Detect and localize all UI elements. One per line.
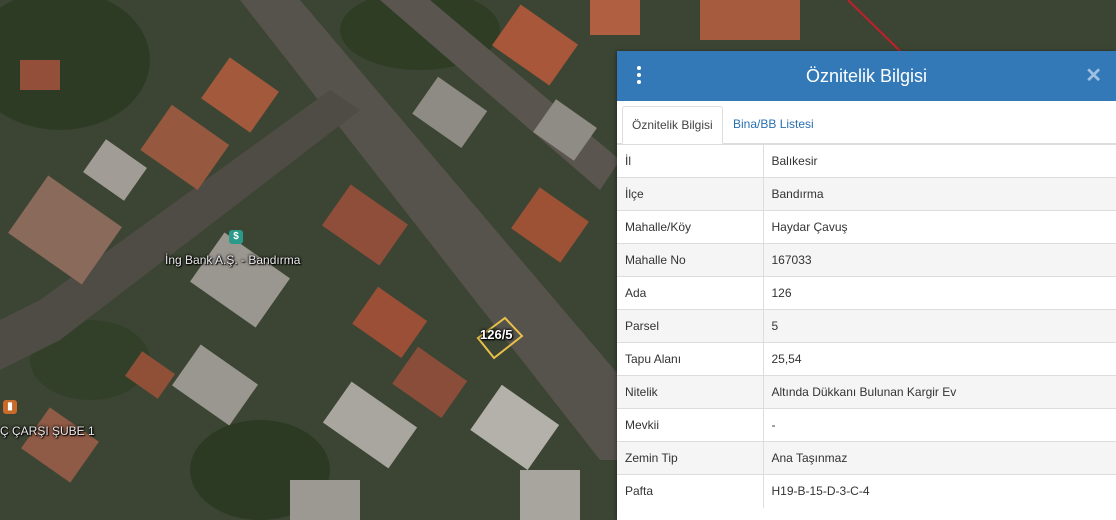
bank-label[interactable]: İng Bank A.Ş. - Bandırma: [165, 253, 300, 267]
attribute-value: 126: [763, 276, 1116, 310]
table-row: Nitelik Altında Dükkanı Bulunan Kargir Ev: [617, 375, 1116, 409]
attribute-key: İl: [617, 144, 764, 178]
table-row: Mahalle No 167033: [617, 243, 1116, 277]
table-row: İl Balıkesir: [617, 144, 1116, 178]
table-row: Tapu Alanı 25,54: [617, 342, 1116, 376]
panel-title: Öznitelik Bilgisi: [805, 66, 928, 86]
attribute-value: 25,54: [763, 342, 1116, 376]
tab-attribute-info[interactable]: Öznitelik Bilgisi: [622, 106, 723, 144]
tab-bar: Öznitelik Bilgisi Bina/BB Listesi: [617, 101, 1116, 144]
attribute-value: Haydar Çavuş: [763, 210, 1116, 244]
attribute-value: 5: [763, 309, 1116, 343]
attribute-value: 167033: [763, 243, 1116, 277]
tab-building-list[interactable]: Bina/BB Listesi: [724, 106, 823, 143]
bank-icon[interactable]: $: [229, 230, 243, 244]
attribute-panel: Öznitelik Bilgisi ✕ Öznitelik Bilgisi Bi…: [617, 51, 1116, 520]
attribute-value: -: [763, 408, 1116, 442]
attribute-key: Parsel: [617, 309, 764, 343]
attribute-key: Pafta: [617, 474, 764, 508]
table-row: Mahalle/Köy Haydar Çavuş: [617, 210, 1116, 244]
table-row: Parsel 5: [617, 309, 1116, 343]
attribute-value: Ana Taşınmaz: [763, 441, 1116, 475]
parcel-label[interactable]: 126/5: [480, 327, 513, 342]
attribute-key: İlçe: [617, 177, 764, 211]
attribute-key: Zemin Tip: [617, 441, 764, 475]
panel-header: Öznitelik Bilgisi ✕: [617, 51, 1116, 101]
attribute-key: Mevkii: [617, 408, 764, 442]
table-row: Zemin Tip Ana Taşınmaz: [617, 441, 1116, 475]
attribute-value: Bandırma: [763, 177, 1116, 211]
close-icon[interactable]: ✕: [1085, 64, 1102, 88]
attribute-value: Balıkesir: [763, 144, 1116, 178]
attribute-table: İl Balıkesir İlçe Bandırma Mahalle/Köy Haydar…: [617, 144, 1116, 508]
table-row: Ada 126: [617, 276, 1116, 310]
attribute-value: Altında Dükkanı Bulunan Kargir Ev: [763, 375, 1116, 409]
table-row: İlçe Bandırma: [617, 177, 1116, 211]
attribute-key: Mahalle/Köy: [617, 210, 764, 244]
attribute-key: Tapu Alanı: [617, 342, 764, 376]
attribute-value: H19-B-15-D-3-C-4: [763, 474, 1116, 508]
table-row: Mevkii -: [617, 408, 1116, 442]
attribute-key: Ada: [617, 276, 764, 310]
branch-icon[interactable]: ▮: [3, 400, 17, 414]
branch-label[interactable]: Ç ÇARŞI ŞUBE 1: [0, 424, 95, 438]
attribute-key: Nitelik: [617, 375, 764, 409]
table-row: Pafta H19-B-15-D-3-C-4: [617, 474, 1116, 508]
attribute-key: Mahalle No: [617, 243, 764, 277]
